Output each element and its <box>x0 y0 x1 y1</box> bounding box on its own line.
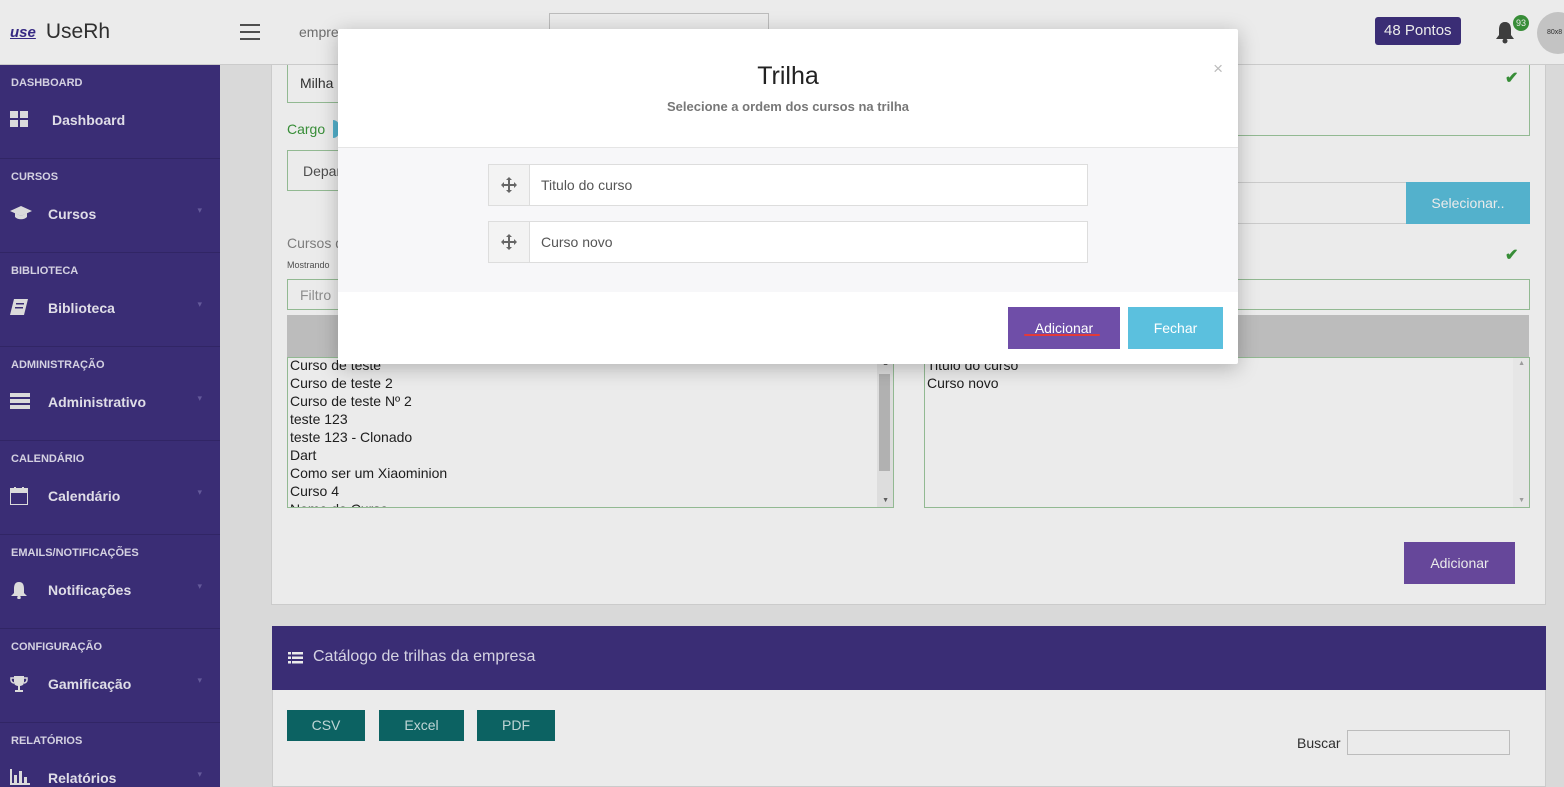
move-handle-icon[interactable] <box>489 222 530 262</box>
modal-body: Titulo do curso Curso novo <box>338 147 1238 292</box>
move-handle-icon[interactable] <box>489 165 530 205</box>
sortable-course-item[interactable]: Titulo do curso <box>488 164 1088 206</box>
modal-title: Trilha <box>757 62 819 90</box>
sortable-course-item[interactable]: Curso novo <box>488 221 1088 263</box>
modal-close-button[interactable]: Fechar <box>1128 307 1223 349</box>
modal-add-button[interactable]: Adicionar <box>1008 307 1120 349</box>
course-title: Curso novo <box>541 234 613 250</box>
button-underline-annotation <box>1024 334 1100 336</box>
modal-subtitle: Selecione a ordem dos cursos na trilha <box>666 99 910 114</box>
trilha-modal: × Trilha Selecione a ordem dos cursos na… <box>338 29 1238 364</box>
course-title: Titulo do curso <box>541 177 633 193</box>
